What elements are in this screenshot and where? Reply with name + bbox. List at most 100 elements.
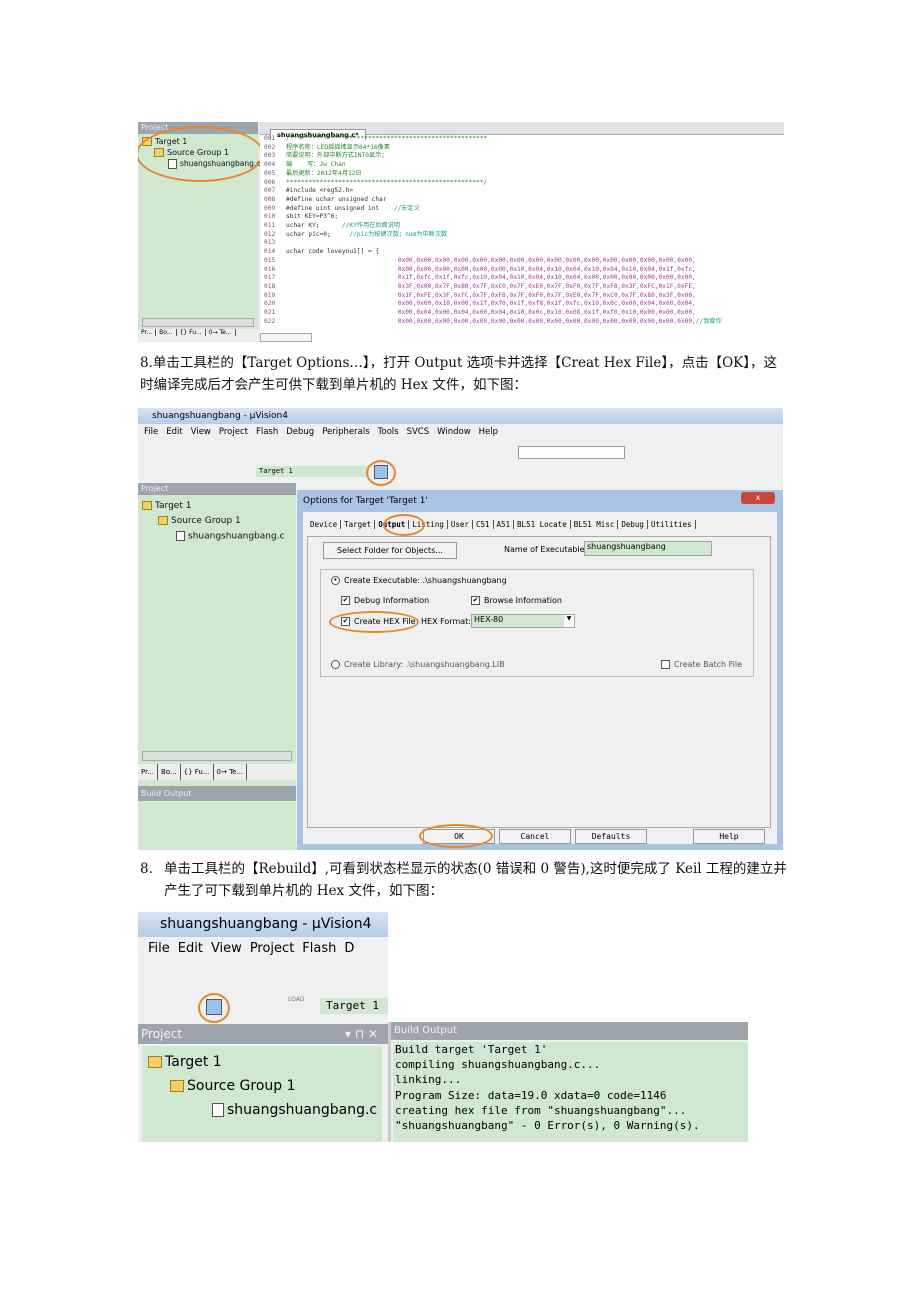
line-number: 001 (264, 135, 276, 142)
menu-item-debug[interactable]: Debug (286, 427, 314, 437)
dialog-tabs: Device Target Output Listing User C51 A51 BL51 … (307, 520, 696, 529)
line-number: 022 (264, 317, 276, 325)
tab-books[interactable]: Bo... (158, 764, 181, 780)
target-select[interactable]: Target 1 (256, 466, 369, 477)
menu-item-file[interactable]: File (144, 427, 158, 437)
code-comment: //宏定义 (394, 204, 421, 212)
tab-templates[interactable]: 0→ Te... (214, 764, 248, 780)
tab-project[interactable]: Pr... (138, 329, 157, 336)
menu-item-window[interactable]: Window (437, 427, 471, 437)
toolbar-2: LOAD Target 1 (138, 992, 388, 1023)
cancel-button[interactable]: Cancel (499, 829, 571, 844)
tab-templates[interactable]: 0→ Te... (206, 329, 236, 336)
tree-target[interactable]: Target 1 (142, 501, 296, 516)
build-output-title: Build Output (391, 1022, 748, 1040)
menu-item-d[interactable]: D (344, 941, 354, 956)
horizontal-scrollbar[interactable] (142, 318, 254, 327)
tab-functions[interactable]: {} Fu... (181, 764, 214, 780)
tab-functions[interactable]: {} Fu... (177, 329, 206, 336)
browse-info-checkbox[interactable]: ✔ Browse Information (471, 596, 562, 605)
load-icon[interactable]: LOAD (288, 996, 304, 1003)
menu-item-tools[interactable]: Tools (378, 427, 399, 437)
menu-item-edit[interactable]: Edit (178, 941, 203, 956)
tab-utilities[interactable]: Utilities (648, 520, 696, 529)
menu-item-flash[interactable]: Flash (302, 941, 336, 956)
line-number: 004 (264, 161, 276, 169)
tab-debug[interactable]: Debug (618, 520, 648, 529)
code-text: 最后更新：2012年4月12日 (286, 169, 362, 177)
defaults-button[interactable]: Defaults (575, 829, 647, 844)
line-number: 007 (264, 187, 276, 195)
code-text: sbit KEY=P3^6; (286, 213, 339, 221)
screenshot-options-dialog: shuangshuangbang - µVision4 File Edit View… (138, 408, 783, 850)
create-library-radio[interactable]: Create Library: .\shuangshuangbang.LIB (331, 660, 505, 669)
code-comment: //我爱你 (695, 317, 722, 325)
close-icon[interactable]: ▾ ⊓ ✕ (345, 1024, 378, 1044)
code-text: /***************************************… (286, 135, 488, 142)
tree-target[interactable]: Target 1 (148, 1054, 222, 1070)
menu-item-project[interactable]: Project (250, 941, 294, 956)
code-line: 003 简要说明：外部中断方式INT0显示； (264, 152, 784, 161)
select-folder-button[interactable]: Select Folder for Objects... (323, 542, 457, 559)
hex-format-select[interactable]: HEX-80 ▼ (471, 614, 575, 628)
menu-item-view[interactable]: View (191, 427, 211, 437)
menu-item-flash[interactable]: Flash (256, 427, 278, 437)
window-titlebar: shuangshuangbang - µVision4 (138, 408, 783, 424)
toolbar-combo[interactable] (518, 446, 625, 459)
tree-source-group[interactable]: Source Group 1 (170, 1078, 296, 1094)
highlight-ring (198, 993, 230, 1023)
menu-item-help[interactable]: Help (479, 427, 498, 437)
tab-device[interactable]: Device (307, 520, 342, 529)
tree-source-group[interactable]: Source Group 1 (142, 516, 296, 531)
tab-books[interactable]: Bo... (156, 329, 177, 336)
line-number: 005 (264, 169, 276, 177)
create-executable-radio[interactable]: • Create Executable: .\shuangshuangbang (331, 576, 507, 585)
line-number: 011 (264, 222, 276, 230)
tab-a51[interactable]: A51 (494, 520, 515, 529)
dialog-close-button[interactable]: x (741, 492, 775, 504)
menu-item-view[interactable]: View (211, 941, 242, 956)
code-line: 022 0x00,0x00,0x00,0x00,0x00,0x00,0x00,0… (264, 318, 784, 327)
menu-item-svcs[interactable]: SVCS (407, 427, 430, 437)
tree-file[interactable]: shuangshuangbang.c (142, 531, 296, 546)
tab-bl51-misc[interactable]: BL51 Misc (571, 520, 619, 529)
editor[interactable]: shuangshuangbang.c* 001/****************… (260, 122, 784, 342)
menu-item-project[interactable]: Project (219, 427, 248, 437)
code-line: 007 #include <reg52.h> (264, 187, 784, 196)
line-number: 006 (264, 178, 276, 186)
line-number: 020 (264, 300, 276, 308)
code-text: #define uchar unsigned char (286, 195, 387, 203)
menu-item-edit[interactable]: Edit (166, 427, 182, 437)
build-output-line: compiling shuangshuangbang.c... (395, 1058, 601, 1072)
tab-target[interactable]: Target (341, 520, 376, 529)
debug-info-checkbox[interactable]: ✔ Debug Information (341, 596, 429, 605)
tab-c51[interactable]: C51 (473, 520, 494, 529)
code-line: 019 0x1F,0xFE,0x3F,0xFC,0x7F,0xF8,0x7F,0… (264, 292, 784, 301)
tab-project[interactable]: Pr... (138, 764, 159, 780)
radio-icon: • (331, 576, 340, 585)
code-line: 008 #define uchar unsigned char (264, 196, 784, 205)
horizontal-scrollbar[interactable] (142, 751, 292, 761)
name-of-executable-input[interactable]: shuangshuangbang (584, 541, 712, 556)
menu-item-peripherals[interactable]: Peripherals (322, 427, 369, 437)
code-line: 011 uchar KY; //KY作用在后面说明 (264, 222, 784, 231)
document-page: Project Target 1 Source Group 1 shuangsh… (0, 0, 920, 1302)
create-batch-checkbox[interactable]: Create Batch File (661, 660, 742, 669)
tab-user[interactable]: User (448, 520, 473, 529)
tree-file[interactable]: shuangshuangbang.c (212, 1102, 377, 1118)
code-text: 简要说明：外部中断方式INT0显示； (286, 152, 388, 160)
tab-bl51-locate[interactable]: BL51 Locate (514, 520, 571, 529)
folder-icon (170, 1080, 184, 1092)
line-number: 015 (264, 256, 276, 264)
code-line: 015 0x00,0x00,0x00,0x00,0x00,0x00,0x00,0… (264, 257, 784, 266)
code-text: 0x00,0x04,0x00,0x04,0x00,0x04,0x10,0x0c,… (286, 309, 696, 317)
target-select[interactable]: Target 1 (320, 998, 388, 1014)
code-line: 010 sbit KEY=P3^6; (264, 213, 784, 222)
help-button[interactable]: Help (693, 829, 765, 844)
highlight-ring (138, 126, 264, 182)
editor-scrollbar[interactable] (260, 333, 312, 342)
code-text: 编 写：Jw Chan (286, 161, 346, 169)
menu-item-file[interactable]: File (148, 941, 170, 956)
build-output-line: Build target 'Target 1' (395, 1043, 548, 1056)
folder-icon (158, 516, 168, 525)
